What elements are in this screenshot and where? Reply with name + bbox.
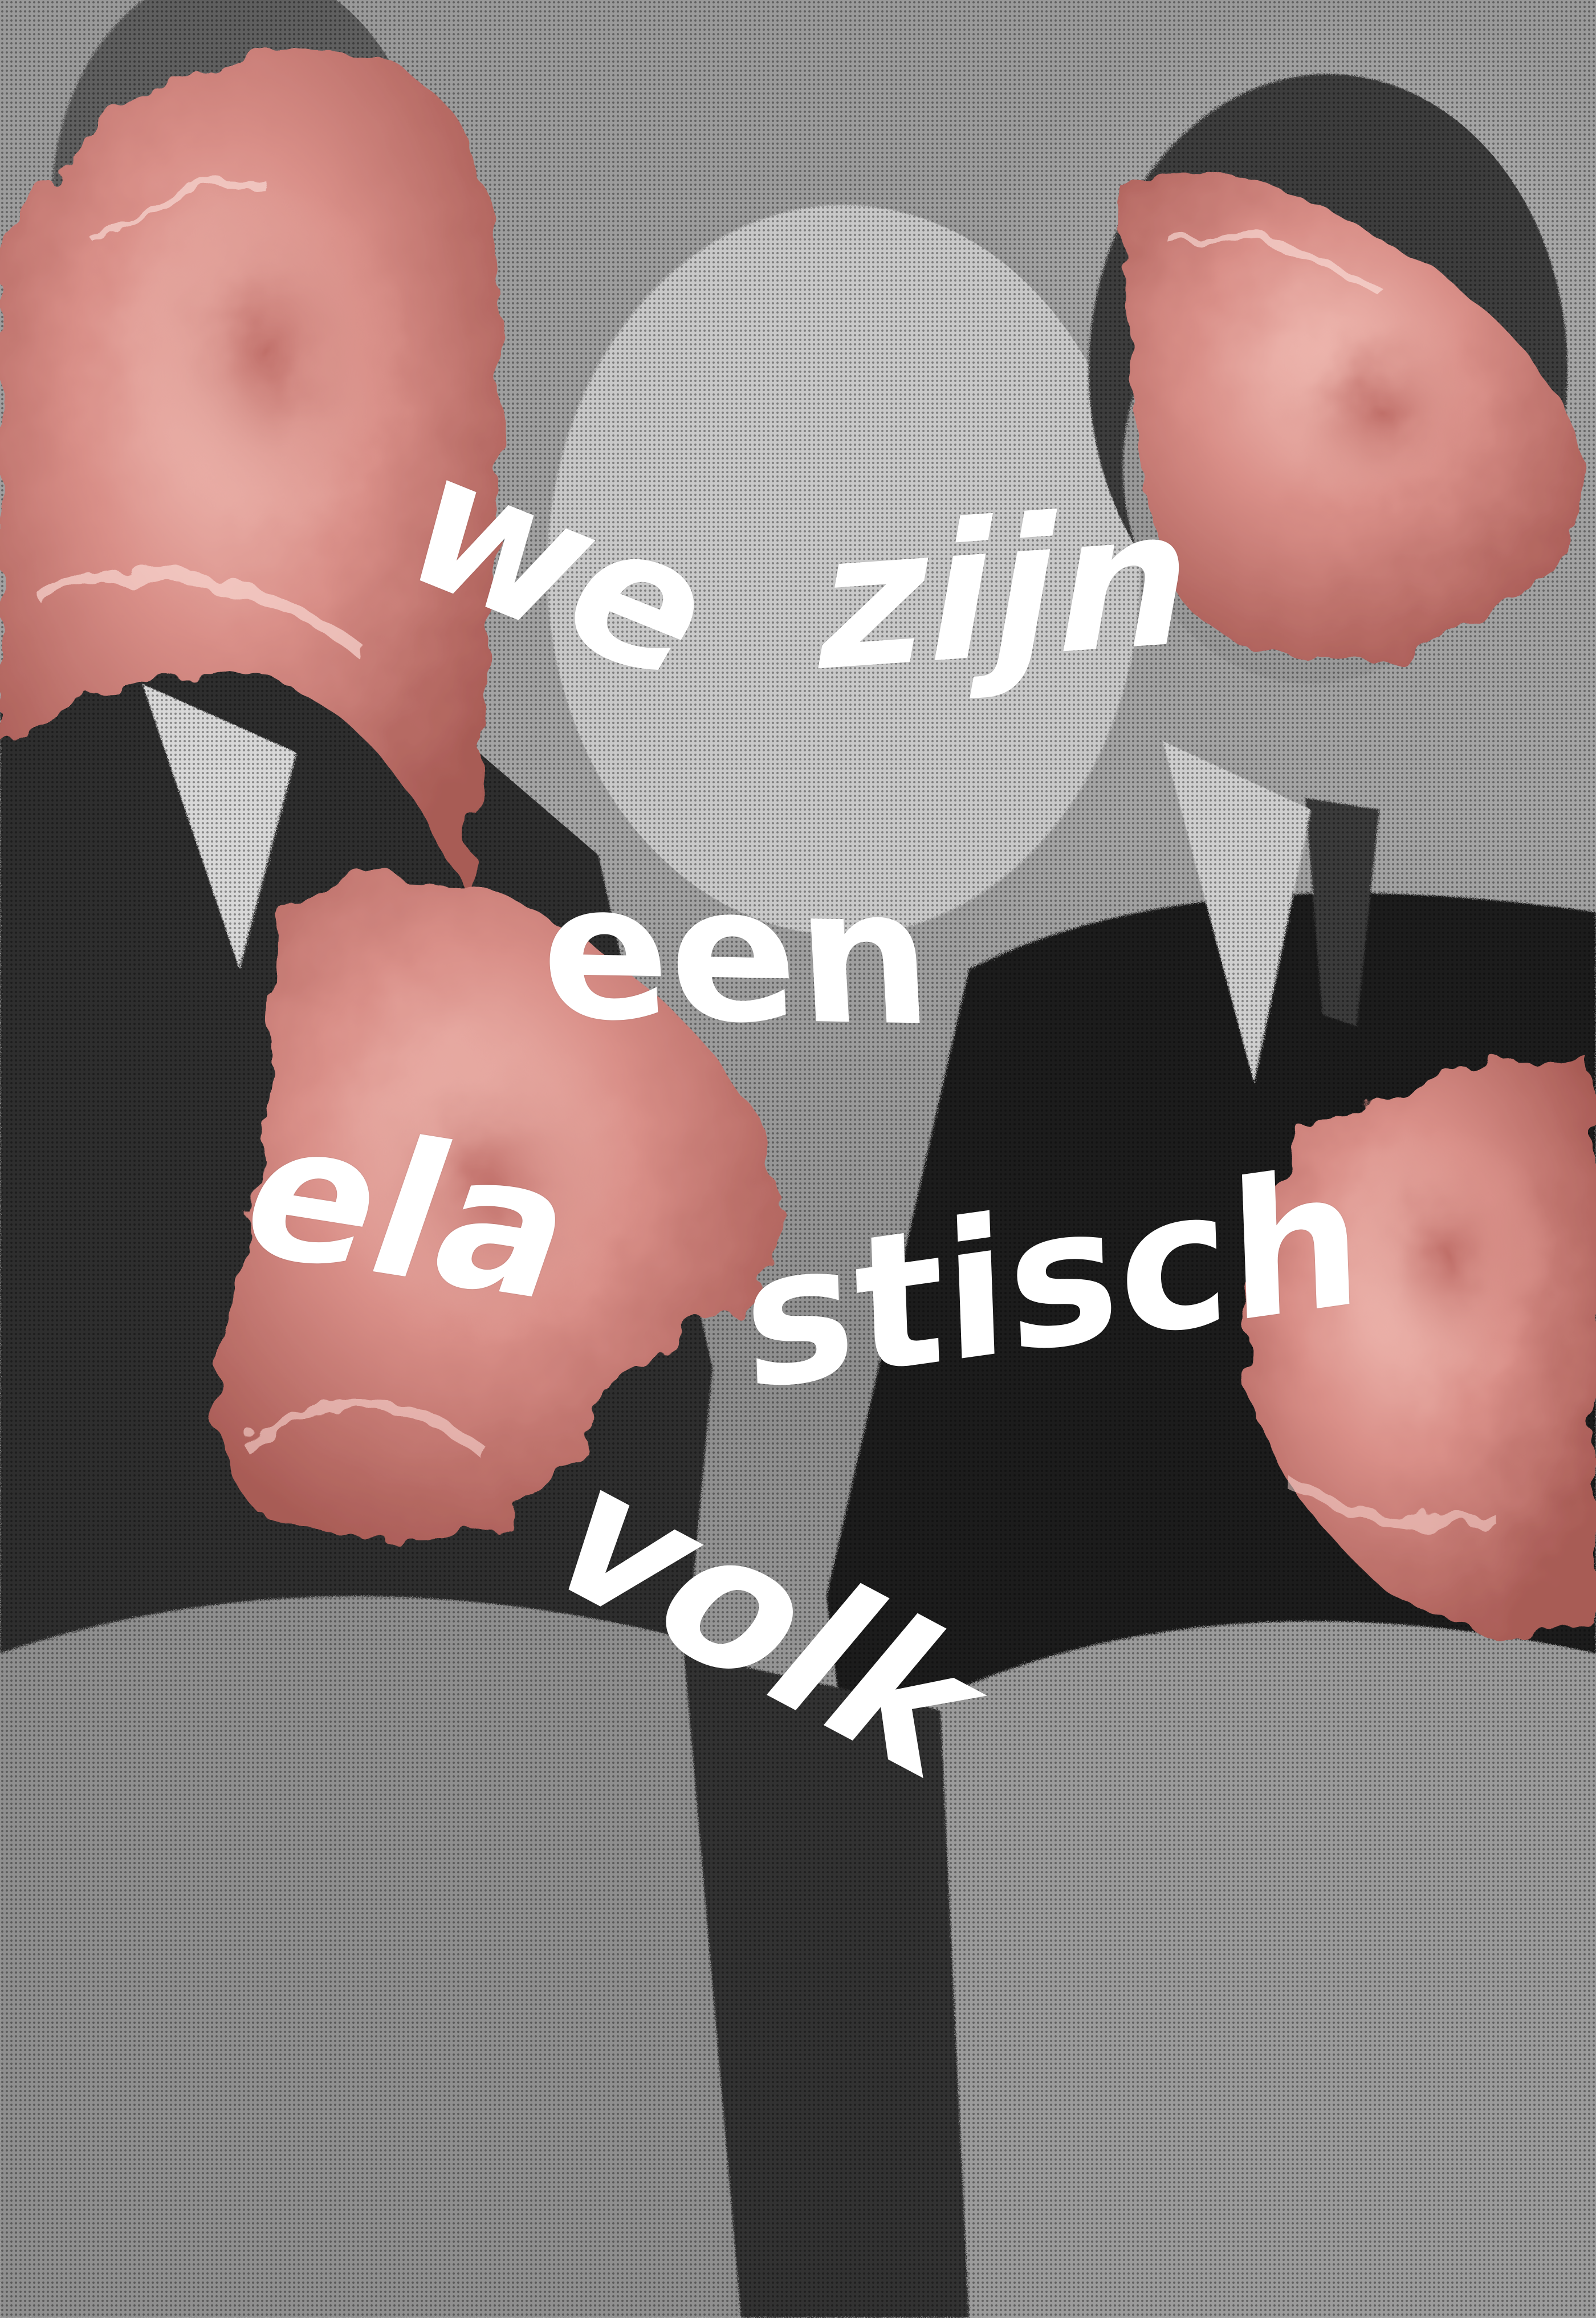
headline: we zijn een ela stisch volk: [0, 0, 1596, 2318]
poster: we zijn een ela stisch volk: [0, 0, 1596, 2318]
headline-word-we: we: [366, 415, 756, 719]
headline-word-een: een: [535, 842, 937, 1068]
headline-word-ela: ela: [216, 1081, 604, 1342]
headline-word-stisch: stisch: [740, 1126, 1366, 1434]
headline-word-zijn: zijn: [801, 466, 1212, 714]
headline-word-volk: volk: [501, 1432, 1035, 1812]
